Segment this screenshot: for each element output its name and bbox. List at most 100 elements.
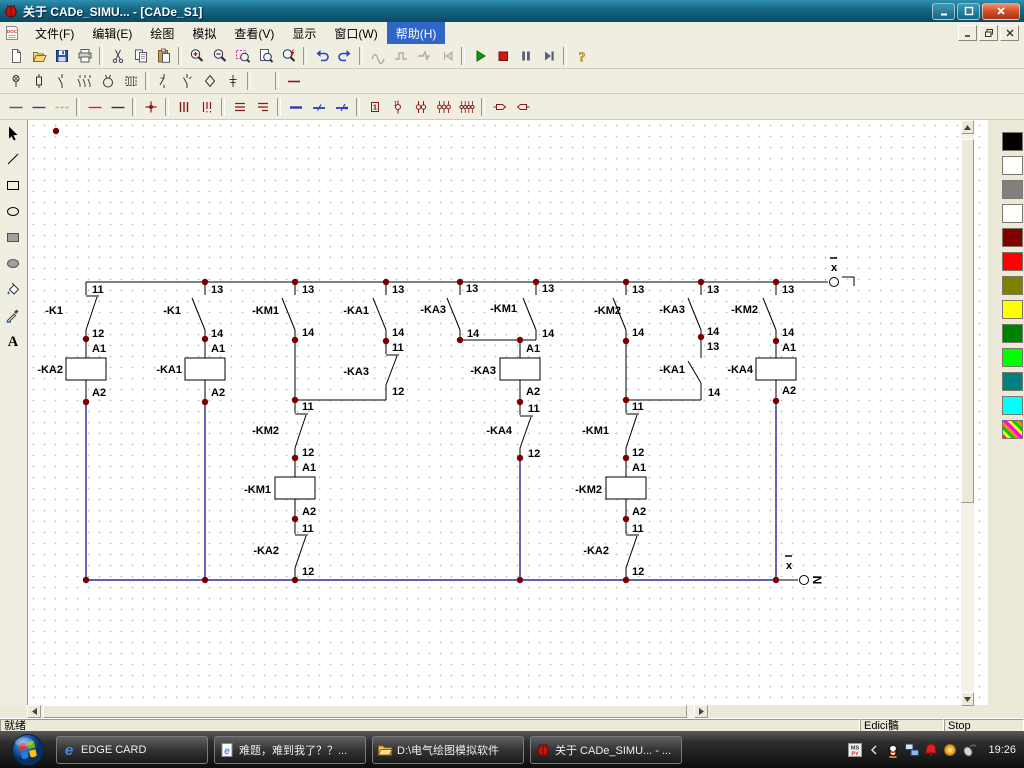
- color-swatch-4[interactable]: [1002, 204, 1023, 223]
- vertical-scroll-thumb[interactable]: [961, 139, 974, 503]
- l_red-button[interactable]: [83, 96, 106, 118]
- maximize-button[interactable]: [957, 3, 980, 20]
- mdi-close-button[interactable]: [1000, 25, 1019, 41]
- l_dred-button[interactable]: [4, 96, 27, 118]
- zoompage-button[interactable]: [254, 45, 277, 67]
- scroll-down-button[interactable]: [961, 692, 974, 706]
- h3-button[interactable]: [228, 96, 251, 118]
- taskbar-button-1[interactable]: eEDGE CARD: [56, 736, 208, 764]
- bslash1-button[interactable]: [307, 96, 330, 118]
- zoomout-button[interactable]: [208, 45, 231, 67]
- zoomin-button[interactable]: [185, 45, 208, 67]
- tool-tell-button[interactable]: [0, 198, 26, 224]
- mdi-restore-button[interactable]: [979, 25, 998, 41]
- menu-item-7[interactable]: 窗口(W): [325, 22, 386, 45]
- tool-trect-button[interactable]: [0, 172, 26, 198]
- contact1-button[interactable]: [50, 70, 73, 92]
- c4-button[interactable]: [455, 96, 478, 118]
- drawing-canvas[interactable]: 1112A1A21314A1A213141112A1A2111213141112…: [27, 120, 988, 705]
- tool-textA-button[interactable]: A: [0, 328, 26, 354]
- tray-chev-icon[interactable]: [866, 742, 882, 758]
- motor-button[interactable]: [96, 70, 119, 92]
- scroll-up-button[interactable]: [961, 120, 974, 134]
- menu-item-6[interactable]: 显示: [283, 22, 325, 45]
- crossdot-button[interactable]: [139, 96, 162, 118]
- save-button[interactable]: [50, 45, 73, 67]
- contacts3-button[interactable]: [73, 70, 96, 92]
- menu-item-3[interactable]: 绘图: [141, 22, 183, 45]
- start-button[interactable]: [0, 731, 56, 768]
- tool-trectf-button[interactable]: [0, 224, 26, 250]
- menu-item-2[interactable]: 编辑(E): [83, 22, 141, 45]
- plug-button[interactable]: [221, 70, 244, 92]
- cut-button[interactable]: [106, 45, 129, 67]
- blocksym-button[interactable]: [119, 70, 142, 92]
- color-swatch-10[interactable]: [1002, 348, 1023, 367]
- color-swatch-12[interactable]: [1002, 396, 1023, 415]
- box1-button[interactable]: 1: [363, 96, 386, 118]
- new-button[interactable]: [4, 45, 27, 67]
- copy-button[interactable]: [129, 45, 152, 67]
- open-button[interactable]: [27, 45, 50, 67]
- color-swatch-11[interactable]: [1002, 372, 1023, 391]
- bslash2-button[interactable]: [330, 96, 353, 118]
- menu-item-1[interactable]: 文件(F): [26, 22, 83, 45]
- play-button[interactable]: [468, 45, 491, 67]
- tray-mouse-icon[interactable]: [961, 742, 977, 758]
- help-button[interactable]: ?: [570, 45, 593, 67]
- tool-bucket-button[interactable]: [0, 276, 26, 302]
- sim3-button[interactable]: [412, 45, 435, 67]
- horizontal-scrollbar[interactable]: [27, 705, 708, 718]
- vertical-scrollbar[interactable]: [961, 120, 974, 706]
- color-swatch-3[interactable]: [1002, 180, 1023, 199]
- taskbar-button-4[interactable]: 关于 CADe_SIMU... - ...: [530, 736, 682, 764]
- color-swatch-13[interactable]: [1002, 420, 1023, 439]
- tray-ime-icon[interactable]: MSPY: [847, 742, 863, 758]
- undo-button[interactable]: [310, 45, 333, 67]
- v3s-button[interactable]: [195, 96, 218, 118]
- l_green-button[interactable]: [50, 96, 73, 118]
- tray-qq-icon[interactable]: [885, 742, 901, 758]
- hdark-button[interactable]: [282, 70, 305, 92]
- contactc-button[interactable]: [175, 70, 198, 92]
- tool-dropper-button[interactable]: [0, 302, 26, 328]
- paste-button[interactable]: [152, 45, 175, 67]
- dR-button[interactable]: [511, 96, 534, 118]
- color-swatch-1[interactable]: [1002, 132, 1023, 151]
- contactb-button[interactable]: [152, 70, 175, 92]
- lamp-button[interactable]: [4, 70, 27, 92]
- stepf-button[interactable]: [537, 45, 560, 67]
- menu-item-8[interactable]: 帮助(H): [387, 22, 446, 45]
- dL-button[interactable]: [488, 96, 511, 118]
- menu-item-4[interactable]: 模拟: [183, 22, 225, 45]
- tool-tellf-button[interactable]: [0, 250, 26, 276]
- mdi-minimize-button[interactable]: [958, 25, 977, 41]
- close-button[interactable]: [982, 3, 1020, 20]
- coilsym-button[interactable]: [27, 70, 50, 92]
- bthick-button[interactable]: [284, 96, 307, 118]
- zoomsel-button[interactable]: [231, 45, 254, 67]
- minimize-button[interactable]: [932, 3, 955, 20]
- taskbar-button-2[interactable]: e难题，难到我了？？...: [214, 736, 366, 764]
- tool-tline-button[interactable]: [0, 146, 26, 172]
- scroll-right-button[interactable]: [694, 705, 708, 718]
- redo-button[interactable]: [333, 45, 356, 67]
- menu-item-5[interactable]: 查看(V): [225, 22, 283, 45]
- color-swatch-5[interactable]: [1002, 228, 1023, 247]
- sim4-button[interactable]: [435, 45, 458, 67]
- tool-arrow-button[interactable]: [0, 120, 26, 146]
- color-swatch-7[interactable]: [1002, 276, 1023, 295]
- l_blue-button[interactable]: [27, 96, 50, 118]
- c2-button[interactable]: [409, 96, 432, 118]
- diamond-button[interactable]: [198, 70, 221, 92]
- tray-alarm-icon[interactable]: [923, 742, 939, 758]
- sim2-button[interactable]: [389, 45, 412, 67]
- tray-coin-icon[interactable]: [942, 742, 958, 758]
- zoomdyn-button[interactable]: [277, 45, 300, 67]
- color-swatch-8[interactable]: [1002, 300, 1023, 319]
- c3-button[interactable]: [432, 96, 455, 118]
- stop-button[interactable]: [491, 45, 514, 67]
- pause-button[interactable]: [514, 45, 537, 67]
- document-icon[interactable]: DOC: [4, 25, 22, 41]
- horizontal-scroll-thumb[interactable]: [43, 705, 687, 718]
